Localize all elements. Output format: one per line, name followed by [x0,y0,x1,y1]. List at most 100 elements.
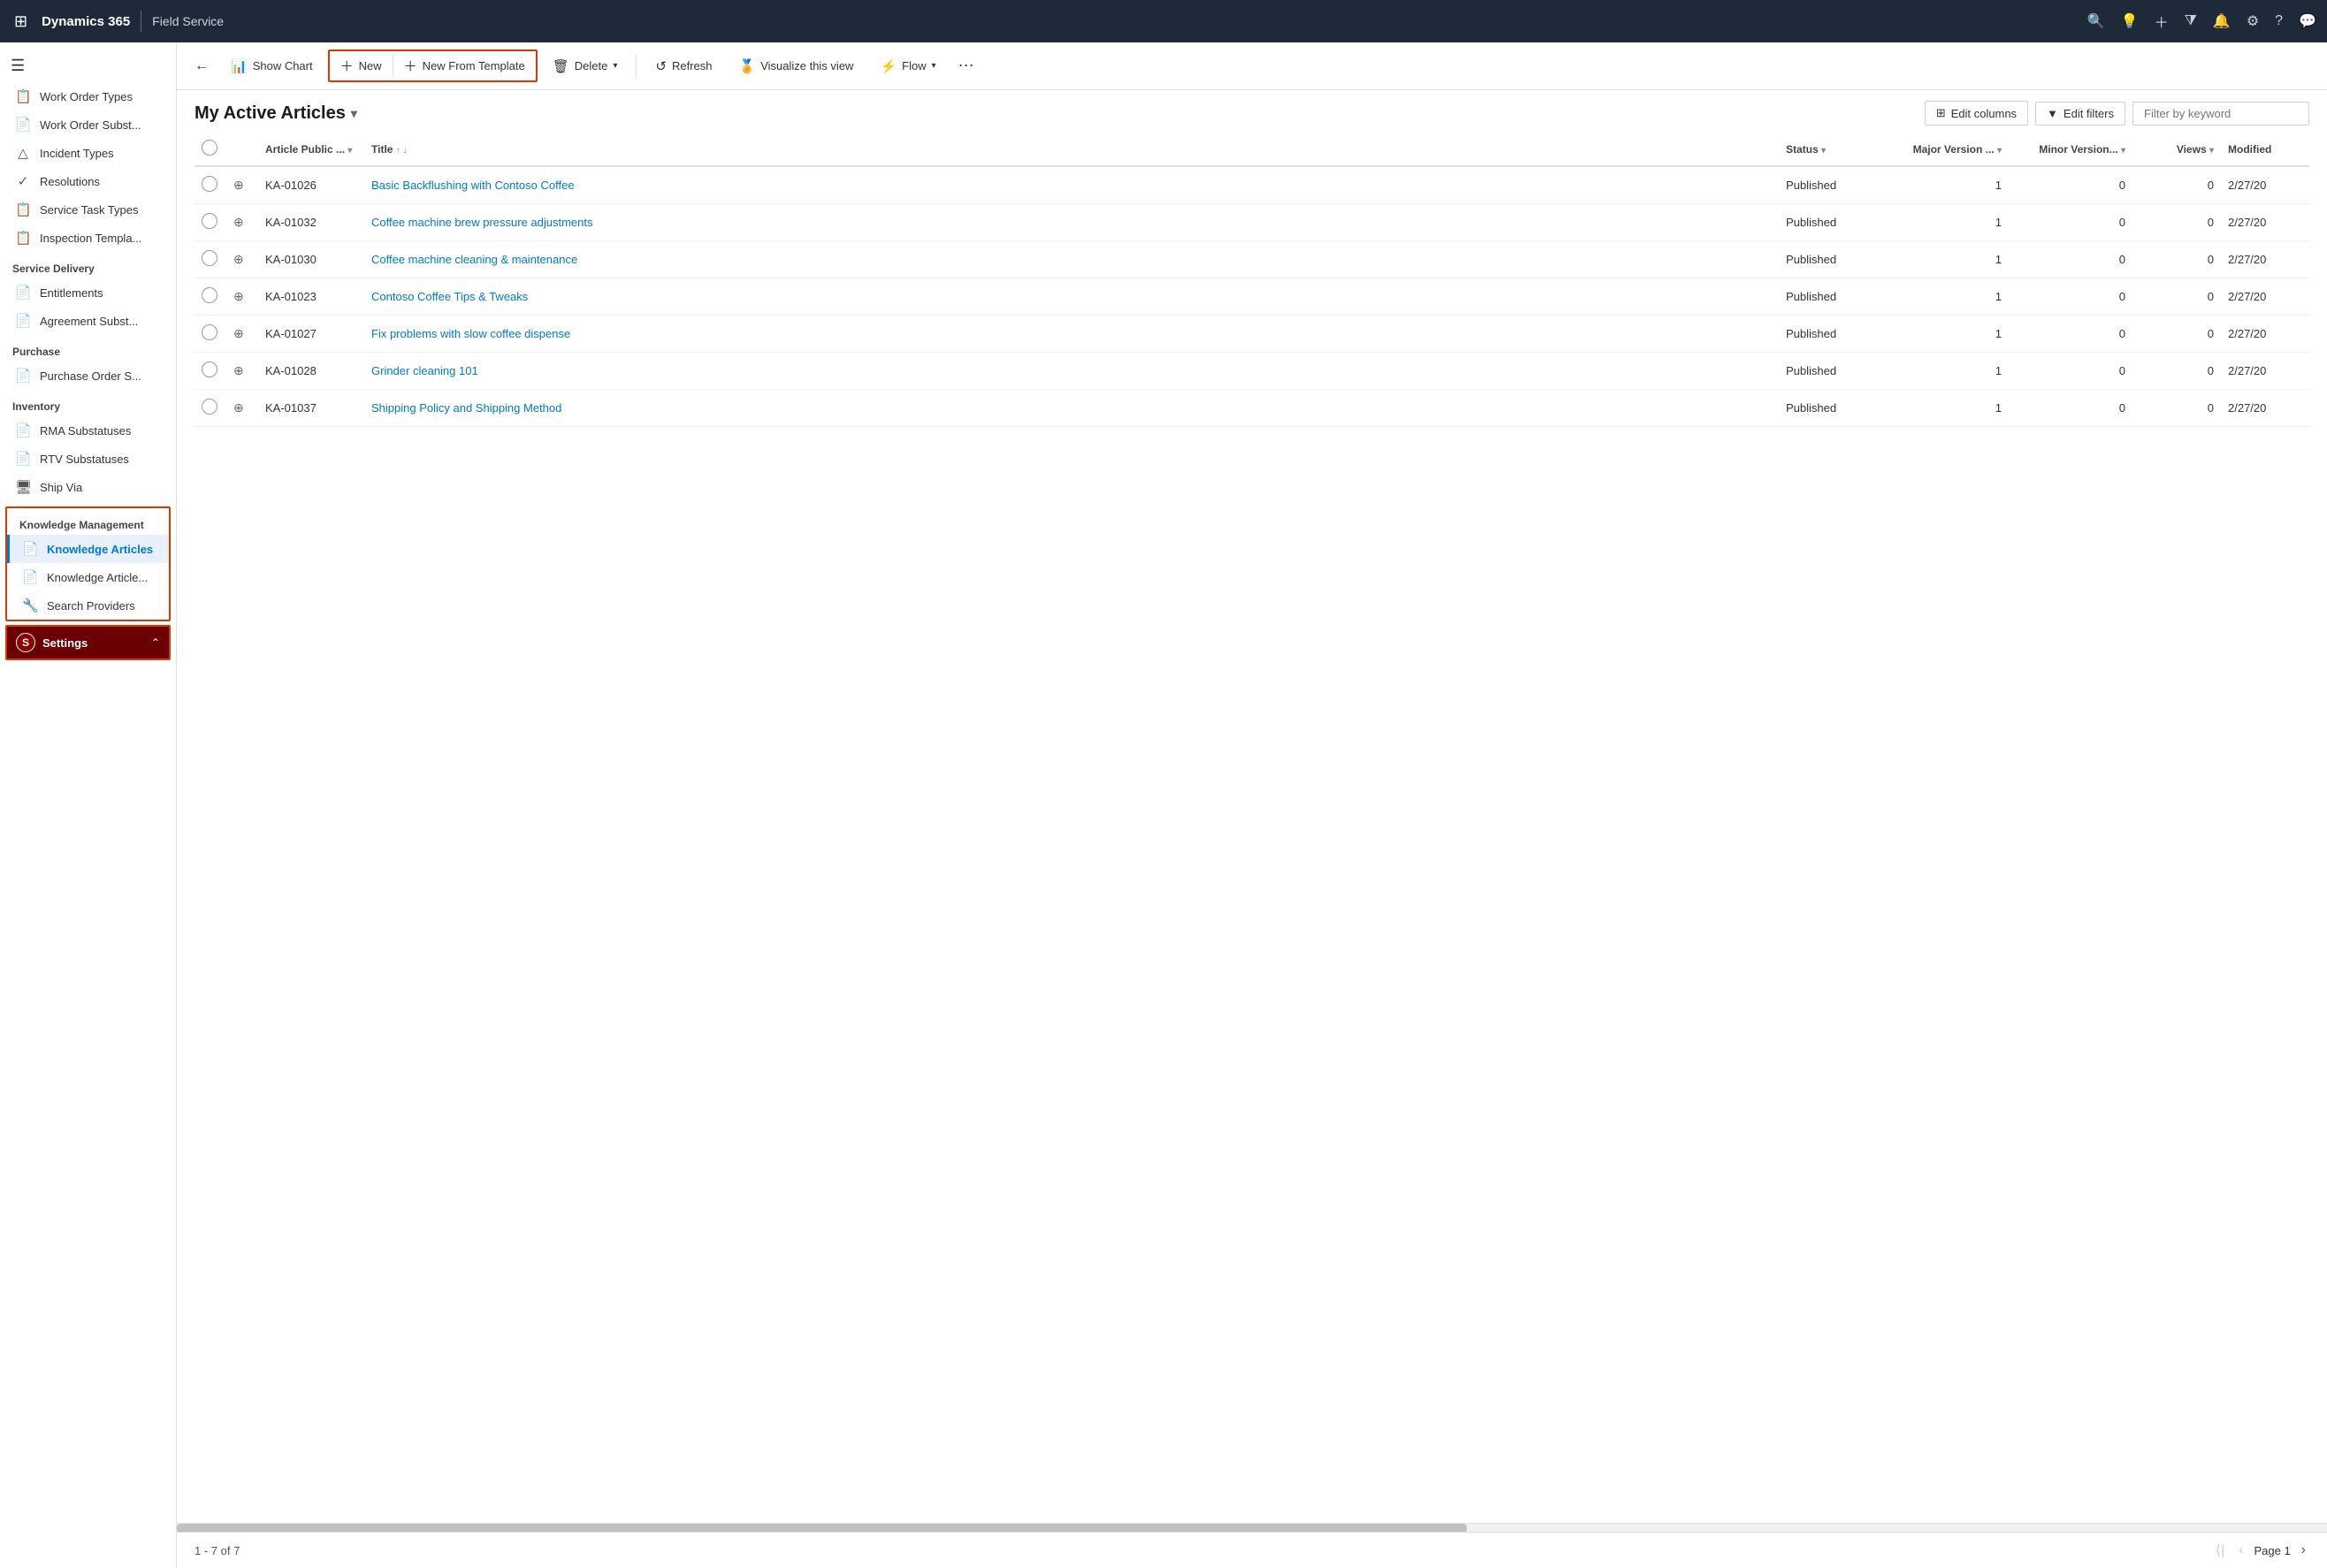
col-header-views[interactable]: Views ▾ [2132,133,2221,166]
search-icon[interactable]: 🔍 [2087,12,2105,30]
sidebar-settings[interactable]: S Settings ⌃ [5,625,171,660]
edit-columns-button[interactable]: ⊞ Edit columns [1925,101,2028,126]
sidebar-item-rtv-substatuses[interactable]: 📄 RTV Substatuses [0,445,176,473]
col-status-label: Status [1786,143,1819,156]
row-checkbox[interactable] [202,213,217,229]
table-row: ⊕ KA-01026 Basic Backflushing with Conto… [195,166,2309,204]
col-header-modified[interactable]: Modified [2221,133,2309,166]
filter-input[interactable] [2132,102,2309,126]
col-header-checkbox[interactable] [195,133,226,166]
row-title[interactable]: Fix problems with slow coffee dispense [364,316,1779,353]
hierarchy-icon: ⊕ [233,400,244,415]
new-from-template-button[interactable]: ＋ New From Template [393,51,536,80]
back-button[interactable]: ← [187,53,216,80]
row-title[interactable]: Coffee machine cleaning & maintenance [364,241,1779,278]
row-checkbox[interactable] [202,176,217,192]
row-count: 1 - 7 of 7 [195,1544,240,1557]
horizontal-scrollbar[interactable] [177,1523,2327,1532]
new-from-template-label: New From Template [423,59,525,72]
row-views: 0 [2132,316,2221,353]
row-checkbox-cell[interactable] [195,390,226,427]
flow-button[interactable]: ⚡ Flow ▾ [868,52,947,80]
pagination: ⟨| ‹ Page 1 › [2212,1540,2309,1561]
waffle-icon[interactable]: ⊞ [11,9,31,34]
row-checkbox-cell[interactable] [195,353,226,390]
row-checkbox-cell[interactable] [195,241,226,278]
more-button[interactable]: ⋯ [951,51,981,80]
sidebar-item-label: RMA Substatuses [40,424,131,438]
refresh-button[interactable]: ↺ Refresh [644,52,723,80]
row-title[interactable]: Shipping Policy and Shipping Method [364,390,1779,427]
row-title[interactable]: Grinder cleaning 101 [364,353,1779,390]
row-checkbox[interactable] [202,399,217,415]
row-title[interactable]: Coffee machine brew pressure adjustments [364,204,1779,241]
row-hierarchy-cell: ⊕ [226,353,258,390]
new-from-template-icon: ＋ [404,57,417,75]
sidebar-item-service-task-types[interactable]: 📋 Service Task Types [0,195,176,224]
sidebar-item-label: Agreement Subst... [40,315,138,328]
new-button[interactable]: ＋ New [330,51,393,80]
row-views: 0 [2132,241,2221,278]
row-checkbox[interactable] [202,287,217,303]
col-header-status[interactable]: Status ▾ [1779,133,1885,166]
view-title-chevron[interactable]: ▾ [351,106,357,121]
sidebar-item-knowledge-articles[interactable]: 📄 Knowledge Articles [7,535,169,563]
sidebar-item-agreement-subst[interactable]: 📄 Agreement Subst... [0,307,176,335]
refresh-icon: ↺ [655,58,667,74]
show-chart-button[interactable]: 📊 Show Chart [219,52,324,80]
header-checkbox[interactable] [202,140,217,156]
sidebar-item-work-order-subst[interactable]: 📄 Work Order Subst... [0,110,176,139]
notification-icon[interactable]: 🔔 [2213,12,2231,30]
lightbulb-icon[interactable]: 💡 [2121,12,2139,30]
first-page-button[interactable]: ⟨| [2212,1540,2228,1561]
sidebar-item-label: Knowledge Article... [47,571,148,584]
row-pubnum: KA-01026 [258,166,364,204]
row-checkbox-cell[interactable] [195,166,226,204]
row-modified: 2/27/20 [2221,390,2309,427]
visualize-button[interactable]: 🏅 Visualize this view [728,52,866,80]
row-modified: 2/27/20 [2221,204,2309,241]
add-icon[interactable]: ＋ [2155,11,2169,32]
row-checkbox[interactable] [202,362,217,377]
sidebar-item-search-providers[interactable]: 🔧 Search Providers [7,591,169,620]
row-checkbox[interactable] [202,250,217,266]
row-checkbox-cell[interactable] [195,204,226,241]
row-checkbox[interactable] [202,324,217,340]
sidebar-item-incident-types[interactable]: △ Incident Types [0,139,176,167]
row-pubnum: KA-01028 [258,353,364,390]
row-title[interactable]: Basic Backflushing with Contoso Coffee [364,166,1779,204]
table-row: ⊕ KA-01037 Shipping Policy and Shipping … [195,390,2309,427]
col-header-title[interactable]: Title ↑ ↓ [364,133,1779,166]
sidebar-item-knowledge-article-v[interactable]: 📄 Knowledge Article... [7,563,169,591]
section-inventory: Inventory [0,390,176,416]
sidebar-item-purchase-order-s[interactable]: 📄 Purchase Order S... [0,362,176,390]
next-page-button[interactable]: › [2298,1541,2309,1560]
articles-table: Article Public ... ▾ Title ↑ ↓ Status ▾ [195,133,2309,427]
sidebar-item-work-order-types[interactable]: 📋 Work Order Types [0,82,176,110]
col-header-major[interactable]: Major Version ... ▾ [1885,133,2009,166]
help-icon[interactable]: ? [2275,13,2283,29]
sidebar-hamburger[interactable]: ☰ [0,49,176,82]
chat-icon[interactable]: 💬 [2299,12,2316,30]
sidebar-item-label: Inspection Templa... [40,232,141,245]
col-header-minor[interactable]: Minor Version... ▾ [2009,133,2132,166]
prev-page-button[interactable]: ‹ [2235,1541,2247,1560]
sidebar-item-rma-substatuses[interactable]: 📄 RMA Substatuses [0,416,176,445]
show-chart-icon: 📊 [231,58,248,74]
filter-icon[interactable]: ⧩ [2185,13,2197,29]
sidebar-item-ship-via[interactable]: 🖥 Ship Via [0,473,176,501]
delete-button[interactable]: 🗑 Delete ▾ [541,52,629,80]
sidebar-item-resolutions[interactable]: ✓ Resolutions [0,167,176,195]
row-checkbox-cell[interactable] [195,316,226,353]
sidebar-item-entitlements[interactable]: 📄 Entitlements [0,278,176,307]
edit-filters-button[interactable]: ▼ Edit filters [2035,102,2125,126]
row-modified: 2/27/20 [2221,278,2309,316]
col-header-hierarchy [226,133,258,166]
row-title[interactable]: Contoso Coffee Tips & Tweaks [364,278,1779,316]
row-checkbox-cell[interactable] [195,278,226,316]
col-header-pubnum[interactable]: Article Public ... ▾ [258,133,364,166]
rma-icon: 📄 [15,422,31,438]
sidebar-item-inspection-templates[interactable]: 📋 Inspection Templa... [0,224,176,252]
settings-icon[interactable]: ⚙ [2247,12,2259,30]
row-pubnum: KA-01030 [258,241,364,278]
